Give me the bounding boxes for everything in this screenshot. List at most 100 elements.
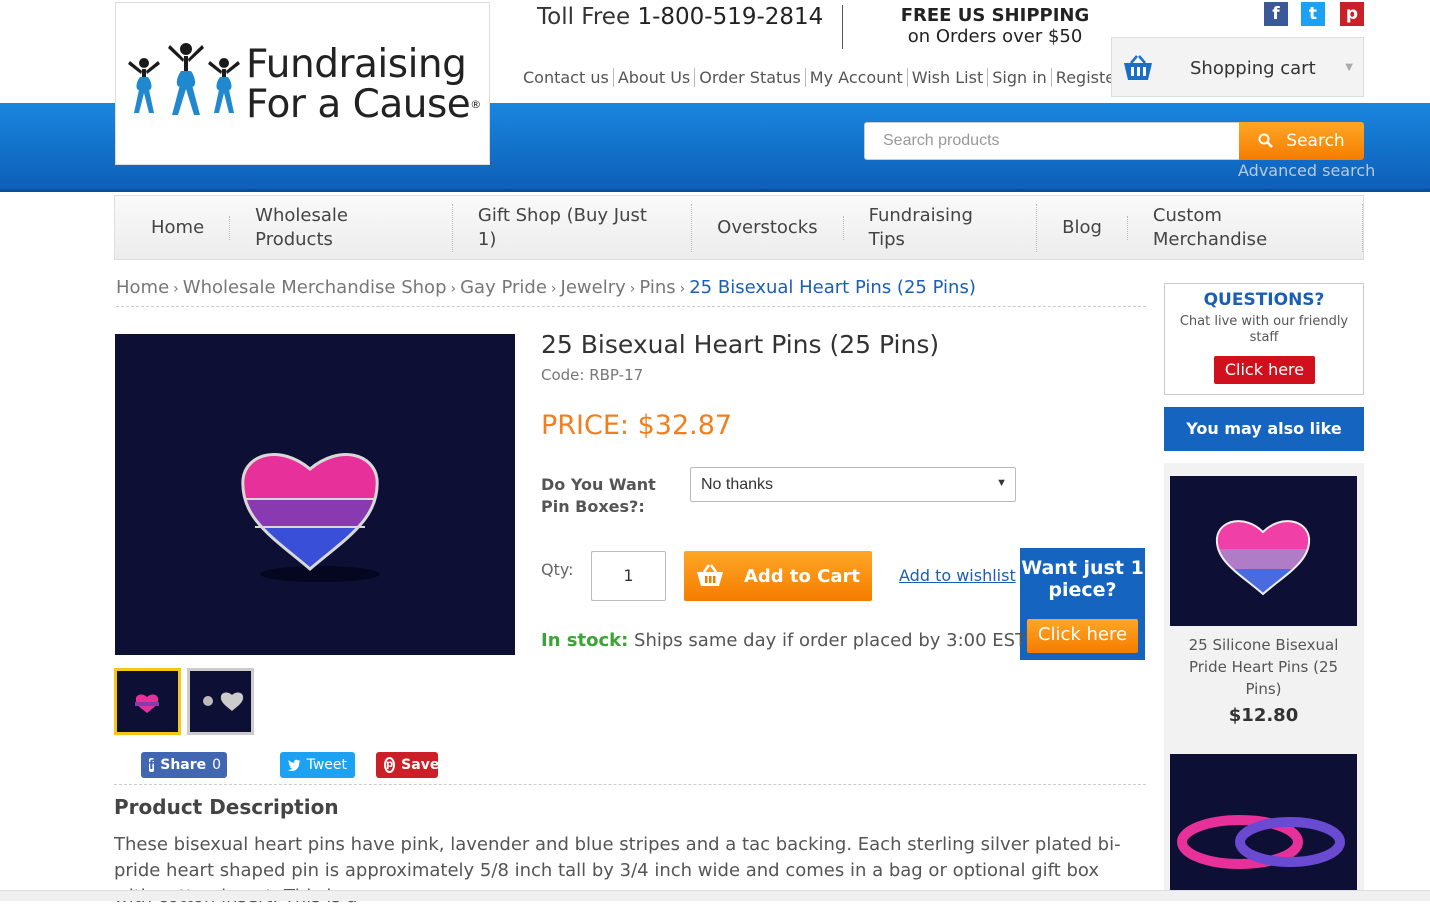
- questions-chat-box: QUESTIONS? Chat live with our friendly s…: [1164, 283, 1364, 395]
- facebook-share-button[interactable]: f Share 0: [141, 752, 227, 778]
- my-account-link[interactable]: My Account: [804, 68, 907, 87]
- breadcrumb-pins[interactable]: Pins: [639, 277, 675, 298]
- stock-label: In stock:: [541, 630, 629, 651]
- contact-us-link[interactable]: Contact us: [523, 68, 613, 87]
- about-us-link[interactable]: About Us: [612, 68, 694, 87]
- shopping-cart-label: Shopping cart: [1190, 58, 1316, 79]
- search-placeholder: Search products: [883, 132, 1000, 149]
- pin-box-option-label: Do You Want Pin Boxes?:: [541, 475, 656, 516]
- breadcrumb-wholesale[interactable]: Wholesale Merchandise Shop: [183, 277, 447, 298]
- breadcrumb-separator: ›: [550, 281, 557, 297]
- facebook-share-label: Share: [160, 757, 207, 773]
- breadcrumb-home[interactable]: Home: [116, 277, 169, 298]
- twitter-icon: [288, 759, 301, 771]
- breadcrumb-gay-pride[interactable]: Gay Pride: [460, 277, 547, 298]
- shopping-cart-dropdown[interactable]: Shopping cart ▼: [1111, 37, 1364, 97]
- breadcrumb-separator: ›: [450, 281, 457, 297]
- want-one-piece-promo: Want just 1 piece? Click here: [1020, 548, 1145, 660]
- one-piece-click-here-button[interactable]: Click here: [1027, 619, 1138, 653]
- toll-free-phone: Toll Free 1-800-519-2814: [537, 4, 823, 30]
- site-logo[interactable]: Fundraising For a Cause®: [115, 2, 490, 165]
- product-code: Code: RBP-17: [541, 366, 644, 384]
- breadcrumb: Home › Wholesale Merchandise Shop › Gay Prid…: [116, 277, 1146, 307]
- heart-thumbnail-image: [135, 694, 159, 713]
- also-like-item-1-image[interactable]: [1170, 476, 1357, 626]
- breadcrumb-separator: ›: [679, 281, 686, 297]
- logo-line2: For a Cause: [246, 82, 471, 127]
- shipping-line1: FREE US SHIPPING: [900, 5, 1090, 26]
- horizontal-scrollbar[interactable]: [0, 890, 1430, 901]
- pride-wristband-image: [1177, 815, 1345, 869]
- also-like-item-1-price: $12.80: [1228, 705, 1299, 726]
- you-may-also-like-heading: You may also like: [1164, 407, 1364, 451]
- basket-icon: [1124, 55, 1152, 80]
- facebook-icon: f: [149, 758, 155, 772]
- breadcrumb-current[interactable]: 25 Bisexual Heart Pins (25 Pins): [689, 277, 976, 298]
- nav-wholesale-products[interactable]: Wholesale Products: [230, 203, 453, 252]
- advanced-search-link[interactable]: Advanced search: [1238, 161, 1375, 180]
- toll-free-label: Toll Free: [537, 4, 631, 30]
- add-to-cart-button[interactable]: Add to Cart: [684, 551, 872, 601]
- chevron-down-icon: ▼: [1345, 62, 1353, 73]
- shipping-line2: on Orders over $50: [907, 26, 1083, 47]
- one-piece-text: Want just 1 piece?: [1021, 557, 1144, 601]
- stock-text: Ships same day if order placed by 3:00 E…: [634, 630, 1027, 651]
- nav-custom-merchandise[interactable]: Custom Merchandise: [1128, 203, 1363, 252]
- pin-box-select[interactable]: No thanks ▼: [690, 467, 1016, 502]
- search-button[interactable]: Search: [1239, 122, 1364, 160]
- stock-status: In stock: Ships same day if order placed…: [541, 630, 1026, 651]
- nav-blog[interactable]: Blog: [1037, 215, 1128, 240]
- wish-list-link[interactable]: Wish List: [906, 68, 987, 87]
- also-like-item-1-name[interactable]: 25 Silicone Bisexual Pride Heart Pins (2…: [1170, 634, 1357, 700]
- pin-back-thumbnail-image: [203, 692, 244, 711]
- breadcrumb-jewelry[interactable]: Jewelry: [561, 277, 626, 298]
- product-main-image[interactable]: [115, 334, 515, 655]
- order-status-link[interactable]: Order Status: [694, 68, 805, 87]
- twitter-icon[interactable]: t: [1301, 2, 1325, 26]
- tweet-label: Tweet: [306, 757, 347, 773]
- main-nav: Home Wholesale Products Gift Shop (Buy J…: [114, 195, 1364, 260]
- questions-subtitle: Chat live with our friendly staff: [1179, 314, 1349, 345]
- pinterest-icon: p: [384, 757, 396, 773]
- top-links: Contact us About Us Order Status My Acco…: [523, 68, 1126, 87]
- header-band-border: [0, 189, 1430, 192]
- pinterest-icon[interactable]: p: [1340, 2, 1364, 26]
- search-input[interactable]: Search products: [864, 122, 1240, 160]
- facebook-share-count: 0: [212, 757, 222, 773]
- logo-line1: Fundraising: [246, 42, 467, 87]
- product-description-heading: Product Description: [114, 784, 1146, 819]
- quantity-input[interactable]: 1: [591, 551, 666, 601]
- also-like-item-2-image[interactable]: [1170, 754, 1357, 890]
- nav-overstocks[interactable]: Overstocks: [692, 215, 844, 240]
- phone-number: 1-800-519-2814: [637, 4, 824, 30]
- nav-home[interactable]: Home: [115, 215, 231, 240]
- product-thumbnail-1[interactable]: [114, 668, 181, 735]
- pin-box-selected-value: No thanks: [701, 476, 774, 493]
- bisexual-heart-pin-image: [241, 453, 380, 582]
- add-to-wishlist-link[interactable]: Add to wishlist: [899, 566, 1016, 585]
- free-shipping-banner: FREE US SHIPPING on Orders over $50: [895, 5, 1095, 47]
- questions-title: QUESTIONS?: [1203, 290, 1325, 310]
- logo-text: Fundraising For a Cause®: [246, 45, 481, 125]
- chat-click-here-button[interactable]: Click here: [1214, 356, 1315, 384]
- product-thumbnail-2[interactable]: [187, 668, 254, 735]
- pinterest-save-label: Save: [401, 757, 440, 773]
- product-price: PRICE: $32.87: [541, 410, 733, 441]
- silicone-heart-pin-image: [1215, 520, 1311, 596]
- basket-icon: [696, 564, 723, 586]
- search-icon: [1258, 133, 1274, 148]
- nav-gift-shop[interactable]: Gift Shop (Buy Just 1): [453, 203, 693, 252]
- ribbon-people-icon: [128, 43, 240, 115]
- facebook-icon[interactable]: f: [1264, 2, 1288, 26]
- chevron-down-icon: ▼: [996, 477, 1007, 489]
- logo-registered-mark: ®: [470, 98, 481, 111]
- product-title: 25 Bisexual Heart Pins (25 Pins): [541, 330, 940, 359]
- tweet-button[interactable]: Tweet: [280, 752, 355, 778]
- breadcrumb-separator: ›: [173, 281, 179, 297]
- nav-fundraising-tips[interactable]: Fundraising Tips: [844, 203, 1038, 252]
- search-button-label: Search: [1286, 131, 1345, 151]
- add-to-cart-label: Add to Cart: [743, 565, 861, 587]
- pinterest-save-button[interactable]: p Save: [376, 752, 440, 778]
- sign-in-link[interactable]: Sign in: [987, 68, 1051, 87]
- quantity-label: Qty:: [541, 560, 574, 579]
